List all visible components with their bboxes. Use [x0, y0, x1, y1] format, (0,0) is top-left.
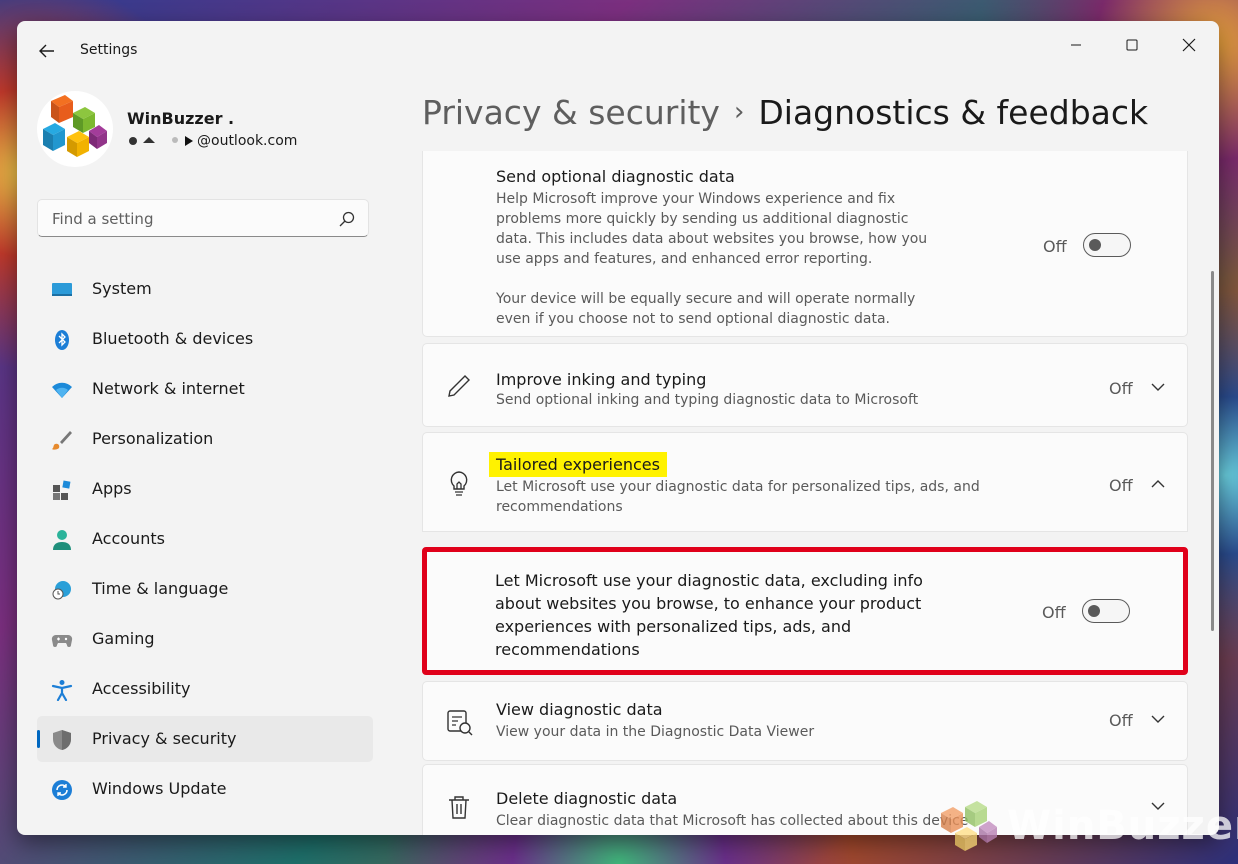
trash-icon [449, 796, 469, 819]
wifi-icon [52, 382, 72, 398]
search-icon[interactable] [338, 210, 356, 228]
search-box[interactable] [37, 199, 369, 237]
state-label: Off [1109, 476, 1133, 495]
highlighted-title: Tailored experiences [489, 452, 667, 477]
settings-content: Send optional diagnostic data Help Micro… [422, 151, 1190, 835]
maximize-button[interactable] [1109, 27, 1155, 63]
breadcrumb-separator: › [733, 97, 745, 127]
sidebar-item-network[interactable]: Network & internet [37, 366, 373, 412]
sidebar-item-accessibility[interactable]: Accessibility [37, 666, 373, 712]
page-title: Diagnostics & feedback [758, 93, 1149, 132]
accessibility-icon [51, 680, 73, 701]
settings-window: Settings WinBuzzer . @outlook.com Find a… [17, 21, 1219, 835]
card-title: Tailored experiences [489, 452, 667, 477]
person-icon [53, 530, 71, 550]
sidebar-item-bluetooth[interactable]: Bluetooth & devices [37, 316, 373, 362]
toggle-state-label: Off [1042, 603, 1066, 622]
tailored-sub-setting-annotated: Let Microsoft use your diagnostic data, … [422, 547, 1188, 675]
app-title: Settings [80, 42, 138, 58]
avatar-cubes-image [43, 95, 107, 157]
title-bar: Settings [17, 21, 1219, 81]
minimize-icon [1071, 44, 1081, 46]
card-title: Delete diagnostic data [496, 789, 678, 808]
close-icon [1182, 38, 1196, 52]
card-description: Help Microsoft improve your Windows expe… [496, 191, 928, 327]
sidebar-item-privacy-security[interactable]: Privacy & security [37, 716, 373, 762]
card-description: Let Microsoft use your diagnostic data f… [496, 479, 980, 515]
avatar [37, 91, 113, 167]
toggle-state-label: Off [1043, 237, 1067, 256]
optional-diagnostic-data-card: Send optional diagnostic data Help Micro… [422, 151, 1188, 337]
search-input[interactable] [50, 207, 334, 231]
sidebar-item-gaming[interactable]: Gaming [37, 616, 373, 662]
breadcrumb-parent[interactable]: Privacy & security [422, 93, 720, 132]
watermark-text: WinBuzzer [1007, 803, 1238, 849]
globe-clock-icon [52, 581, 71, 600]
sub-setting-description: Let Microsoft use your diagnostic data, … [495, 571, 923, 659]
monitor-icon [52, 283, 72, 296]
card-description: Clear diagnostic data that Microsoft has… [496, 813, 969, 829]
card-description: Send optional inking and typing diagnost… [496, 392, 919, 408]
sidebar-item-accounts[interactable]: Accounts [37, 516, 373, 562]
watermark-cubes-logo [941, 801, 997, 851]
back-button[interactable] [35, 39, 59, 63]
minimize-button[interactable] [1053, 27, 1099, 63]
breadcrumb: Privacy & security › Diagnostics & feedbac… [422, 93, 1148, 132]
chevron-up-icon[interactable] [1149, 475, 1167, 493]
back-arrow-icon [39, 44, 54, 58]
bluetooth-icon [55, 330, 69, 350]
state-label: Off [1109, 711, 1133, 730]
toggle-knob [1089, 239, 1101, 251]
inking-typing-card[interactable]: Improve inking and typing Send optional … [422, 343, 1188, 427]
optional-data-toggle[interactable] [1083, 233, 1131, 257]
sidebar-item-personalization[interactable]: Personalization [37, 416, 373, 462]
card-title: Improve inking and typing [496, 370, 707, 389]
update-icon [52, 780, 72, 800]
watermark: WinBuzzer [935, 795, 1238, 855]
tailored-sub-toggle[interactable] [1082, 599, 1130, 623]
chevron-down-icon[interactable] [1149, 710, 1167, 728]
brush-icon [52, 431, 72, 450]
state-label: Off [1109, 379, 1133, 398]
profile-name: WinBuzzer . [127, 109, 235, 128]
data-viewer-icon [447, 710, 473, 736]
card-title: View diagnostic data [496, 700, 663, 719]
redacted-email-mark [127, 135, 197, 147]
maximize-icon [1126, 39, 1138, 51]
sidebar-item-windows-update[interactable]: Windows Update [37, 766, 373, 812]
shield-icon [53, 730, 71, 750]
user-profile[interactable]: WinBuzzer . @outlook.com [37, 91, 377, 167]
chevron-down-icon[interactable] [1149, 378, 1167, 396]
close-button[interactable] [1166, 27, 1212, 63]
tailored-experiences-card[interactable]: Tailored experiences Let Microsoft use y… [422, 432, 1188, 532]
sidebar-item-time-language[interactable]: Time & language [37, 566, 373, 612]
card-title: Send optional diagnostic data [496, 167, 735, 186]
profile-email: @outlook.com [127, 133, 297, 149]
card-description: View your data in the Diagnostic Data Vi… [496, 724, 815, 740]
pen-icon [448, 375, 470, 397]
gamepad-icon [51, 634, 73, 647]
apps-icon [53, 480, 71, 500]
sidebar-item-apps[interactable]: Apps [37, 466, 373, 512]
scrollbar[interactable] [1211, 271, 1214, 631]
sidebar-item-system[interactable]: System [37, 266, 373, 312]
sidebar-nav: System Bluetooth & devices Network & int… [37, 266, 373, 816]
toggle-knob [1088, 605, 1100, 617]
view-diagnostic-data-card[interactable]: View diagnostic data View your data in t… [422, 681, 1188, 761]
lightbulb-icon [450, 471, 468, 496]
